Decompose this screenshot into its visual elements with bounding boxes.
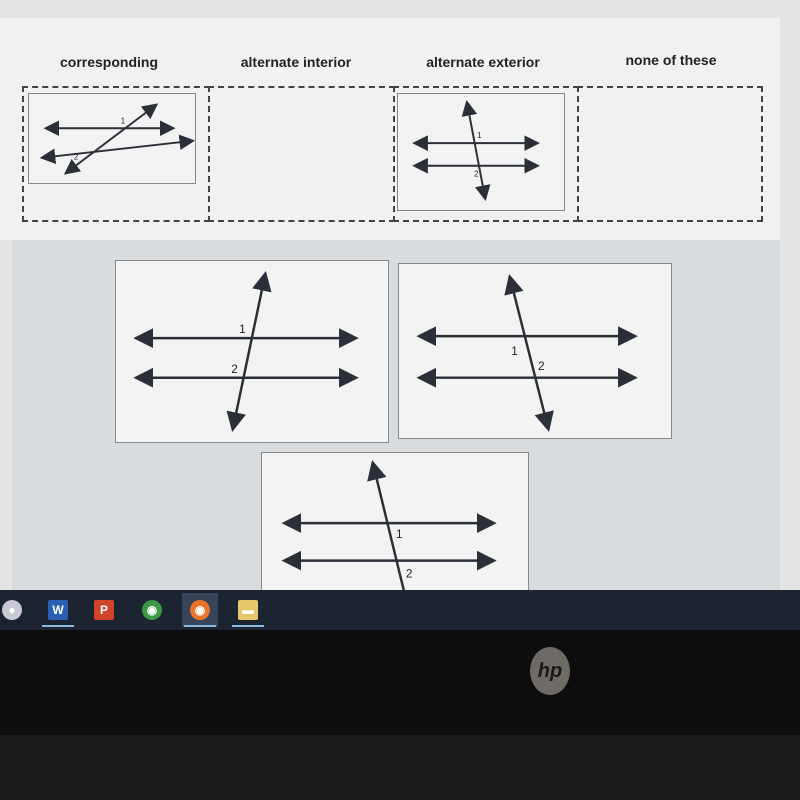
word-icon[interactable]: W [40,593,76,627]
transversal-line [63,103,159,175]
chrome-icon[interactable]: ◉ [134,593,170,627]
transversal-line [226,270,272,433]
header-none-of-these: none of these [625,52,717,68]
header-alternate-interior: alternate interior [240,54,352,70]
angle-label-angle1: 1 [239,322,246,336]
header-corresponding: corresponding [59,54,158,70]
parallel-lines-diagram: 12 [281,460,497,611]
drop-zone-none-of-these[interactable] [577,86,763,222]
angle-card-bank-3[interactable]: 12 [261,452,529,612]
parallel-lines-diagram: 12 [39,103,195,175]
angle-card-bank-2[interactable]: 12 [398,263,672,439]
parallel-lines-diagram: 12 [412,99,540,202]
angle-label-angle1: 1 [477,131,481,140]
firefox-icon[interactable]: ◉ [182,593,218,627]
angle-label-angle1: 1 [396,527,403,541]
angle-card-alternate-exterior[interactable]: 12 [397,93,565,211]
parallel-lines-diagram: 12 [133,270,359,433]
angle-label-angle2: 2 [406,566,413,580]
angle-card-bank-1[interactable]: 12 [115,260,389,443]
angle-label-angle2: 2 [474,170,478,179]
cortana-icon[interactable]: ● [0,593,30,627]
header-alternate-exterior: alternate exterior [426,54,540,70]
screen: corresponding alternate interior alterna… [0,0,800,612]
parallel-lines-diagram: 12 [416,274,638,432]
angle-label-angle2: 2 [231,362,238,376]
hp-logo: hp [530,647,570,695]
parallel-line [39,134,195,165]
angle-label-angle2: 2 [74,153,78,162]
transversal-line [461,99,491,202]
angle-card-corresponding[interactable]: 12 [28,93,196,184]
angle-label-angle2: 2 [538,359,545,373]
file-explorer-icon[interactable]: ▬ [230,593,266,627]
laptop-bezel [0,735,800,800]
drop-zone-alternate-interior[interactable] [208,86,395,222]
powerpoint-icon[interactable]: P [86,593,122,627]
angle-label-angle1: 1 [511,344,518,358]
angle-label-angle1: 1 [121,116,125,125]
